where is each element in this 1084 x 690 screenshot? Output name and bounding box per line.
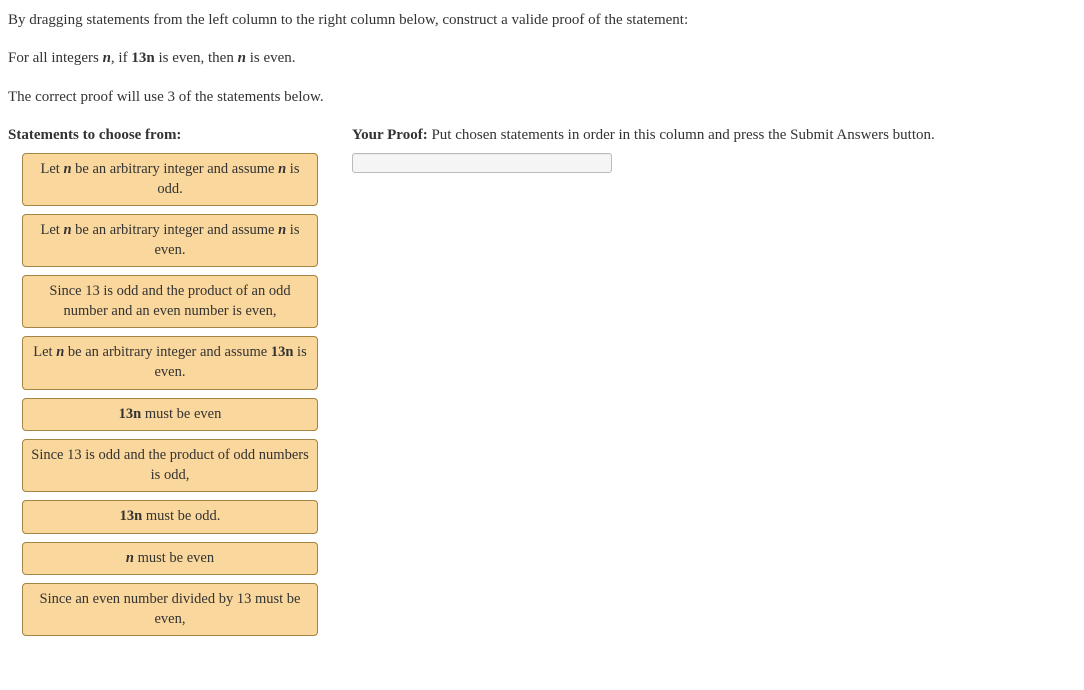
statements-list: Let n be an arbitrary integer and assume… <box>8 153 328 636</box>
var-13n: 13n <box>131 50 154 66</box>
text: , if <box>111 50 131 66</box>
proof-column: Your Proof: Put chosen statements in ord… <box>352 125 1076 173</box>
text: Since 13 is odd and the product of odd n… <box>31 447 308 483</box>
text: Let <box>33 344 56 360</box>
var: 13n <box>120 508 143 524</box>
statement-item[interactable]: Since 13 is odd and the product of odd n… <box>22 439 318 492</box>
text: is even, then <box>155 50 238 66</box>
var: n <box>63 161 71 177</box>
var: n <box>126 550 134 566</box>
statement-item[interactable]: n must be even <box>22 542 318 576</box>
var-n: n <box>238 50 246 66</box>
text: must be odd. <box>142 508 220 524</box>
instructions-line-3: The correct proof will use 3 of the stat… <box>8 87 1076 107</box>
instructions-line-2: For all integers n, if 13n is even, then… <box>8 48 1076 68</box>
text: be an arbitrary integer and assume <box>64 344 271 360</box>
var: 13n <box>119 406 142 422</box>
source-column: Statements to choose from: Let n be an a… <box>8 125 328 645</box>
text: must be even <box>134 550 214 566</box>
var: n <box>278 161 286 177</box>
statement-item[interactable]: Let n be an arbitrary integer and assume… <box>22 214 318 267</box>
proof-dropzone[interactable] <box>352 153 612 173</box>
statement-item[interactable]: 13n must be odd. <box>22 500 318 534</box>
text: be an arbitrary integer and assume <box>72 222 279 238</box>
var: 13n <box>271 344 294 360</box>
statement-item[interactable]: 13n must be even <box>22 398 318 432</box>
proof-header-bold: Your Proof: <box>352 127 428 143</box>
text: Let <box>41 161 64 177</box>
text: Let <box>41 222 64 238</box>
instructions-line-1: By dragging statements from the left col… <box>8 10 1076 30</box>
proof-header-rest: Put chosen statements in order in this c… <box>428 127 935 143</box>
proof-column-header: Your Proof: Put chosen statements in ord… <box>352 125 1076 145</box>
source-column-header: Statements to choose from: <box>8 125 328 145</box>
statement-item[interactable]: Let n be an arbitrary integer and assume… <box>22 153 318 206</box>
text: must be even <box>141 406 221 422</box>
var-n: n <box>103 50 111 66</box>
statement-item[interactable]: Let n be an arbitrary integer and assume… <box>22 336 318 389</box>
statement-item[interactable]: Since 13 is odd and the product of an od… <box>22 275 318 328</box>
text: be an arbitrary integer and assume <box>72 161 279 177</box>
text: For all integers <box>8 50 103 66</box>
statement-item[interactable]: Since an even number divided by 13 must … <box>22 583 318 636</box>
text: Since 13 is odd and the product of an od… <box>49 283 290 319</box>
var: n <box>63 222 71 238</box>
columns: Statements to choose from: Let n be an a… <box>8 125 1076 645</box>
text: Since an even number divided by 13 must … <box>40 591 301 627</box>
var: n <box>278 222 286 238</box>
text: is even. <box>246 50 296 66</box>
